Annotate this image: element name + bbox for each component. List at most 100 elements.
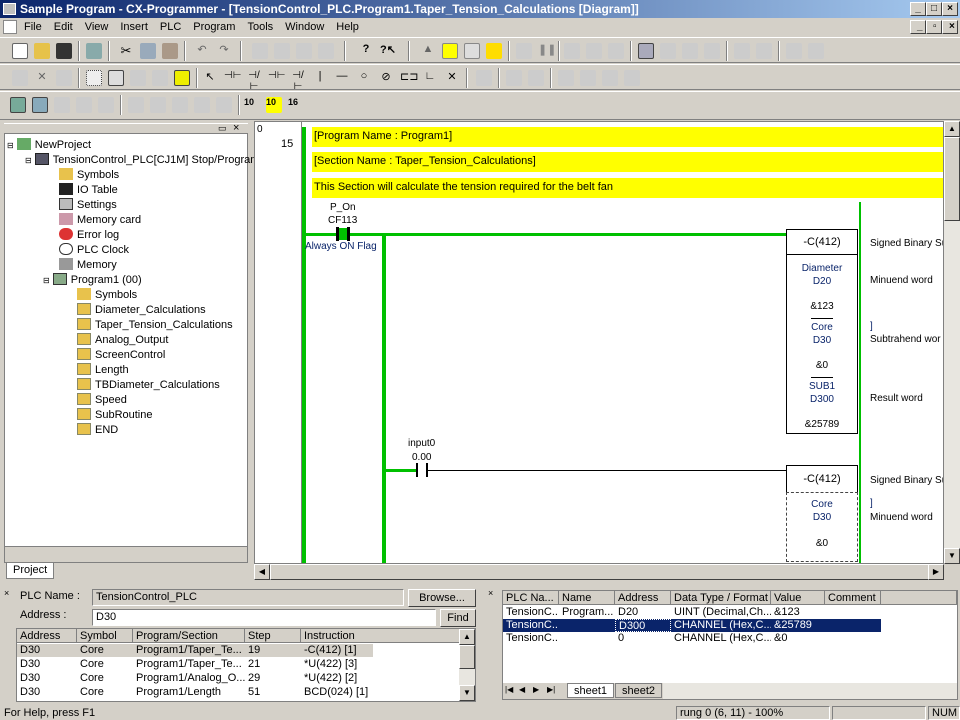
reset-icon[interactable] [756, 43, 772, 59]
menu-program[interactable]: Program [187, 18, 241, 36]
watch-hscrollbar[interactable] [663, 683, 957, 699]
menu-help[interactable]: Help [330, 18, 365, 36]
tree-item-error-log[interactable]: Error log [59, 228, 119, 243]
local-symbols-icon[interactable] [172, 97, 188, 113]
instruction-sub-operands[interactable]: Diameter D20 &123 Core D30 &0 SUB1 D300 … [786, 254, 858, 434]
table-row[interactable]: D30 [17, 658, 77, 671]
mnemonic-view-icon[interactable] [150, 97, 166, 113]
tree-item-new-project[interactable]: ⊟ NewProject [7, 138, 91, 153]
watch-row[interactable]: TensionC... [503, 606, 559, 619]
tree-hscrollbar[interactable] [5, 546, 247, 562]
tree-item-plc[interactable]: ⊟ TensionControl_PLC[CJ1M] Stop/Program [25, 153, 259, 168]
tab-sheet2[interactable]: sheet2 [615, 683, 663, 698]
select-icon[interactable]: ↖ [202, 70, 218, 86]
contact-nc-icon[interactable]: ⊣/⊢ [246, 70, 262, 92]
table-row[interactable]: D30 [17, 672, 77, 685]
tree-item-io-table[interactable]: IO Table [59, 183, 118, 198]
coil-nc-icon[interactable]: ⊘ [378, 70, 394, 86]
transfer-from-plc-icon[interactable] [586, 43, 602, 59]
open-icon[interactable] [34, 43, 50, 59]
print-preview-icon[interactable] [86, 43, 102, 59]
tab-sheet1[interactable]: sheet1 [567, 683, 615, 698]
instruction-sub-operands-2[interactable]: Core D30 &0 [786, 492, 858, 562]
program-mode-icon[interactable] [638, 43, 654, 59]
replace-icon[interactable] [274, 43, 290, 59]
tree-item-section[interactable]: Analog_Output [77, 333, 168, 348]
paste-icon[interactable] [162, 43, 178, 59]
ladder-view-icon[interactable] [128, 97, 144, 113]
help-icon[interactable]: ? [358, 43, 374, 59]
show-comments-icon[interactable] [108, 70, 124, 86]
scroll-left-button[interactable]: ◀ [254, 564, 270, 580]
tree-item-section[interactable]: Length [77, 363, 129, 378]
menu-view[interactable]: View [79, 18, 115, 36]
references-table[interactable]: Address Symbol Program/Section Step Inst… [16, 628, 476, 702]
time-chart-icon[interactable] [580, 70, 596, 86]
output-window-icon[interactable] [32, 97, 48, 113]
menu-window[interactable]: Window [279, 18, 330, 36]
line-delete-icon[interactable]: ✕ [444, 70, 460, 86]
display-16-icon[interactable]: 16 [288, 97, 304, 113]
references-vscrollbar[interactable]: ▲ ▼ [459, 629, 475, 701]
tree-item-symbols[interactable]: Symbols [59, 168, 119, 183]
cancel-edit-icon[interactable] [506, 70, 522, 86]
tools-icon[interactable]: ✕ [34, 70, 50, 86]
tree-item-section[interactable]: ScreenControl [77, 348, 165, 363]
send-changes-icon[interactable] [528, 70, 544, 86]
table-row[interactable]: D30 [17, 686, 77, 699]
transfer-to-plc-icon[interactable] [564, 43, 580, 59]
contact-p-on[interactable] [339, 228, 347, 240]
panel-close-icon[interactable]: × [4, 588, 9, 598]
instruction-icon[interactable]: ⊏⊐ [400, 70, 418, 86]
maximize-button[interactable]: □ [926, 2, 942, 16]
address-ref-icon[interactable] [318, 43, 334, 59]
tree-item-section[interactable]: TBDiameter_Calculations [77, 378, 220, 393]
scroll-up-button[interactable]: ▲ [944, 121, 960, 137]
rung-annotation-icon[interactable] [130, 70, 146, 86]
work-online-icon[interactable] [464, 43, 480, 59]
compare-icon[interactable] [608, 43, 624, 59]
io-comment-icon[interactable] [216, 97, 232, 113]
diagram-hscrollbar[interactable]: ◀ ▶ [254, 564, 944, 580]
save-icon[interactable] [56, 43, 72, 59]
contact-input0[interactable] [416, 463, 418, 477]
tree-item-memory-card[interactable]: Memory card [59, 213, 141, 228]
watch-table[interactable]: PLC Na... Name Address Data Type / Forma… [502, 590, 958, 700]
watch-window-icon[interactable] [174, 70, 190, 86]
warning-icon[interactable] [486, 43, 502, 59]
menu-insert[interactable]: Insert [114, 18, 154, 36]
menu-plc[interactable]: PLC [154, 18, 187, 36]
contact-or-icon[interactable]: ⊣⊢ [268, 70, 285, 86]
tab-project[interactable]: Project [6, 563, 55, 579]
diff-down-icon[interactable] [808, 43, 824, 59]
task-icon[interactable] [602, 70, 618, 86]
redo-icon[interactable]: ↷ [216, 43, 232, 59]
instruction-sub-box[interactable]: -C(412) [786, 229, 858, 255]
horizontal-line-icon[interactable]: — [334, 70, 350, 86]
memory-view-icon[interactable] [624, 70, 640, 86]
tree-item-section[interactable]: Speed [77, 393, 127, 408]
global-symbols-icon[interactable] [194, 97, 210, 113]
address-field[interactable]: D30 [92, 609, 436, 626]
tree-item-section[interactable]: Taper_Tension_Calculations [77, 318, 233, 333]
tree-item-section[interactable]: END [77, 423, 118, 438]
diff-up-icon[interactable] [786, 43, 802, 59]
set-icon[interactable] [734, 43, 750, 59]
hscroll-thumb[interactable] [270, 564, 930, 580]
zoom-icon[interactable] [12, 70, 28, 86]
zoom-to-fit-icon[interactable] [56, 70, 72, 86]
address-references-icon[interactable] [76, 97, 92, 113]
next-sheet-icon[interactable]: ▶ [533, 685, 539, 694]
instruction-sub-box-2[interactable]: -C(412) [786, 465, 858, 493]
document-icon[interactable] [3, 20, 17, 34]
watch-row[interactable]: TensionC... [503, 632, 559, 645]
line-connect-icon[interactable]: ∟ [422, 70, 438, 86]
vscroll-thumb[interactable] [944, 137, 960, 221]
watch-icon[interactable] [54, 97, 70, 113]
display-10-icon[interactable]: 10 [244, 97, 260, 113]
context-help-icon[interactable]: ?↖ [380, 43, 396, 59]
copy-icon[interactable] [140, 43, 156, 59]
coil-icon[interactable]: ○ [356, 70, 372, 86]
scroll-down-button[interactable]: ▼ [944, 548, 960, 564]
first-sheet-icon[interactable]: |◀ [505, 685, 513, 694]
